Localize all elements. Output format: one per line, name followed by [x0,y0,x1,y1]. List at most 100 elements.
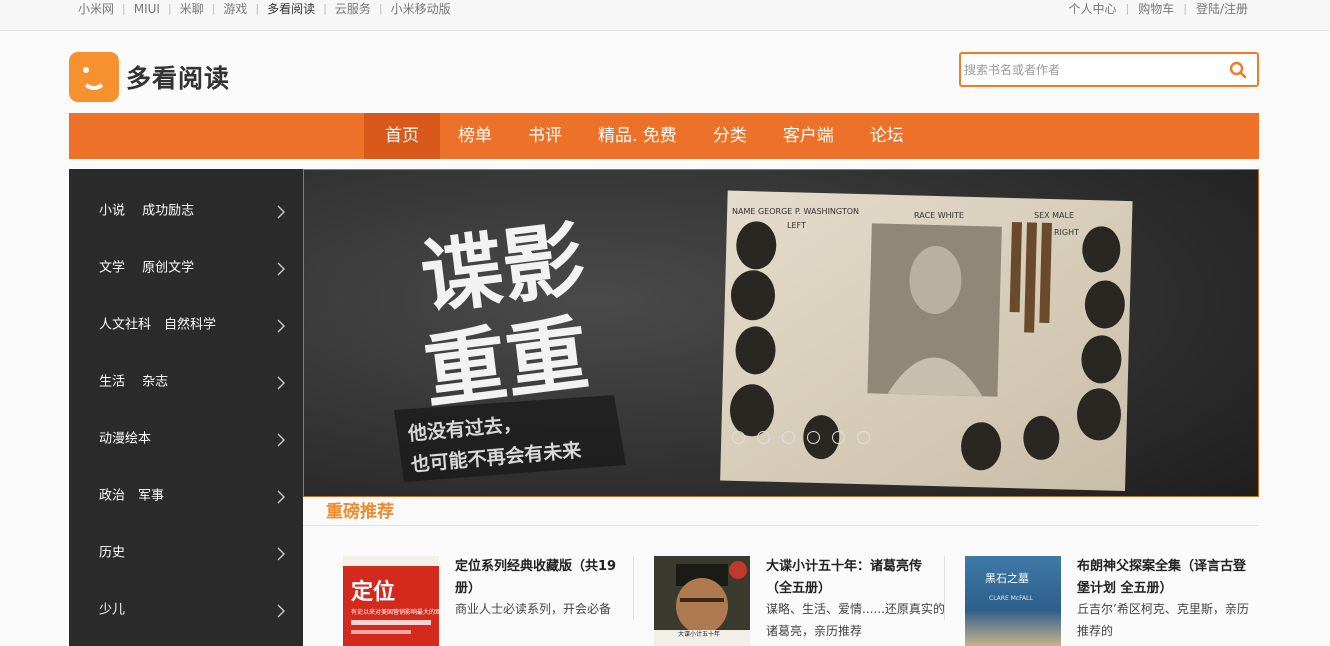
login-register-link[interactable]: 登陆/注册 [1196,0,1248,17]
book-cover[interactable]: 大谍小计五十年 [654,556,750,646]
sidebar-item-label: 政治 军事 [99,488,165,504]
book-cover-art: 黑石之墓 CLARE McFALL [965,556,1061,646]
cover-subtitle: CLARE McFALL [989,595,1033,602]
site-link-xiaomi[interactable]: 小米网 [78,0,114,17]
book-title[interactable]: 布朗神父探案全集（译言古登堡计划 全五册） [1077,556,1257,600]
book-cover[interactable]: 黑石之墓 CLARE McFALL [965,556,1061,646]
nav-reviews[interactable]: 书评 [510,113,580,159]
card-name: NAME GEORGE P. WASHINGTON [732,207,859,216]
cover-title: 黑石之墓 [985,571,1029,585]
duokan-logo-icon [69,52,119,102]
carousel-dot[interactable] [832,431,845,444]
banner-title-line2: 重重 [419,306,593,420]
search-input[interactable] [964,60,1214,80]
carousel-dot[interactable] [782,431,795,444]
top-bar: 小米网 | MIUI | 米聊 | 游戏 | 多看阅读 | 云服务 | 小米移动版 个人中心… [0,0,1330,31]
nav-free[interactable]: 精品. 免费 [580,113,695,159]
sidebar-item-label: 人文社科 自然科学 [99,317,217,333]
cover-subtitle: 有史以来对美国营销影响最大的观念 [351,608,439,616]
sidebar-item-comics[interactable]: 动漫绘本 [69,407,303,464]
sidebar-item-label: 少儿 [99,602,126,618]
sidebar-item-history[interactable]: 历史 [69,521,303,578]
book-title[interactable]: 大谍小计五十年：诸葛亮传（全五册） [766,556,946,600]
site-logo[interactable]: 多看阅读 [69,52,230,102]
sidebar-item-lifestyle[interactable]: 生活 杂志 [69,350,303,407]
book-cover[interactable]: 定位 有史以来对美国营销影响最大的观念 [343,556,439,646]
book-description: 商业人士必读系列，开会必备 [455,602,612,616]
card-left: LEFT [787,221,806,230]
main-nav: 首页 榜单 书评 精品. 免费 分类 客户端 论坛 [69,113,1259,159]
logo-text: 多看阅读 [126,64,231,93]
book-card[interactable]: 大谍小计五十年 大谍小计五十年：诸葛亮传（全五册） 谋略、生活、爱情......… [654,556,954,646]
book-divider [944,556,945,620]
user-center-link[interactable]: 个人中心 [1068,0,1116,17]
book-divider [633,556,634,620]
search-box [959,52,1259,87]
book-cover-art: 定位 有史以来对美国营销影响最大的观念 [343,556,439,646]
logo-smile [81,68,107,90]
carousel-dot[interactable] [757,431,770,444]
nav-categories[interactable]: 分类 [695,113,765,159]
book-description: 丘吉尔’希区柯克、克里斯，亲历推荐的 [1077,602,1249,638]
section-divider [303,525,1259,526]
book-description: 谋略、生活、爱情......还原真实的诸葛亮，亲历推荐 [766,602,945,638]
cover-title: 大谍小计五十年 [678,630,720,638]
user-links: 个人中心 | 购物车 | 登陆/注册 [1068,0,1248,17]
sidebar-item-humanities[interactable]: 人文社科 自然科学 [69,293,303,350]
book-title[interactable]: 定位系列经典收藏版（共19册） [455,556,635,600]
banner-artwork: NAME GEORGE P. WASHINGTON RACE WHITE SEX… [304,170,1258,496]
site-link-miui[interactable]: MIUI [134,2,160,16]
cover-title: 定位 [351,579,395,605]
sidebar-item-label: 生活 杂志 [99,374,169,390]
carousel-dot[interactable] [857,431,870,444]
nav-client[interactable]: 客户端 [765,113,852,159]
card-right: RIGHT [1054,228,1079,237]
sidebar-item-literature[interactable]: 文学 原创文学 [69,236,303,293]
sidebar-item-children[interactable]: 少儿 [69,578,303,635]
separator: | [378,2,383,15]
chevron-right-icon [277,376,285,390]
card-race: RACE WHITE [914,211,964,220]
separator: | [1125,2,1130,15]
nav-forum[interactable]: 论坛 [852,113,922,159]
chevron-right-icon [277,547,285,561]
carousel-dot[interactable] [807,431,820,444]
sidebar-item-fiction[interactable]: 小说 成功励志 [69,179,303,236]
site-link-duokan[interactable]: 多看阅读 [267,0,315,17]
site-link-cloud[interactable]: 云服务 [335,0,371,17]
sidebar-item-label: 动漫绘本 [99,431,152,447]
promo-banner[interactable]: NAME GEORGE P. WASHINGTON RACE WHITE SEX… [303,169,1259,497]
section-title: 重磅推荐 [326,502,394,522]
separator: | [211,2,216,15]
chevron-right-icon [277,490,285,504]
sidebar-item-label: 历史 [99,545,126,561]
category-sidebar: 小说 成功励志 文学 原创文学 人文社科 自然科学 生活 杂志 动漫绘本 政治 … [69,169,303,646]
separator: | [323,2,327,15]
separator: | [255,2,260,15]
book-card[interactable]: 定位 有史以来对美国营销影响最大的观念 定位系列经典收藏版（共19册） 商业人士… [343,556,643,646]
separator: | [167,2,172,15]
site-link-games[interactable]: 游戏 [223,0,247,17]
site-link-miliao[interactable]: 米聊 [180,0,204,17]
site-link-mobile[interactable]: 小米移动版 [391,0,451,17]
carousel-dots [732,431,882,444]
chevron-right-icon [277,205,285,219]
site-links: 小米网 | MIUI | 米聊 | 游戏 | 多看阅读 | 云服务 | 小米移动版 [78,0,451,17]
chevron-right-icon [277,433,285,447]
nav-home[interactable]: 首页 [364,113,440,159]
sidebar-item-label: 小说 成功励志 [99,203,195,219]
book-cover-art: 大谍小计五十年 [654,556,750,646]
chevron-right-icon [277,319,285,333]
sidebar-item-politics[interactable]: 政治 军事 [69,464,303,521]
chevron-right-icon [277,262,285,276]
nav-rankings[interactable]: 榜单 [440,113,510,159]
separator: | [1183,2,1187,15]
carousel-dot[interactable] [732,431,745,444]
sidebar-item-label: 文学 原创文学 [99,260,195,276]
cart-link[interactable]: 购物车 [1138,0,1174,17]
card-sex: SEX MALE [1034,211,1074,220]
chevron-right-icon [277,604,285,618]
separator: | [122,2,126,15]
search-icon[interactable] [1229,61,1247,79]
book-card[interactable]: 黑石之墓 CLARE McFALL 布朗神父探案全集（译言古登堡计划 全五册） … [965,556,1265,646]
